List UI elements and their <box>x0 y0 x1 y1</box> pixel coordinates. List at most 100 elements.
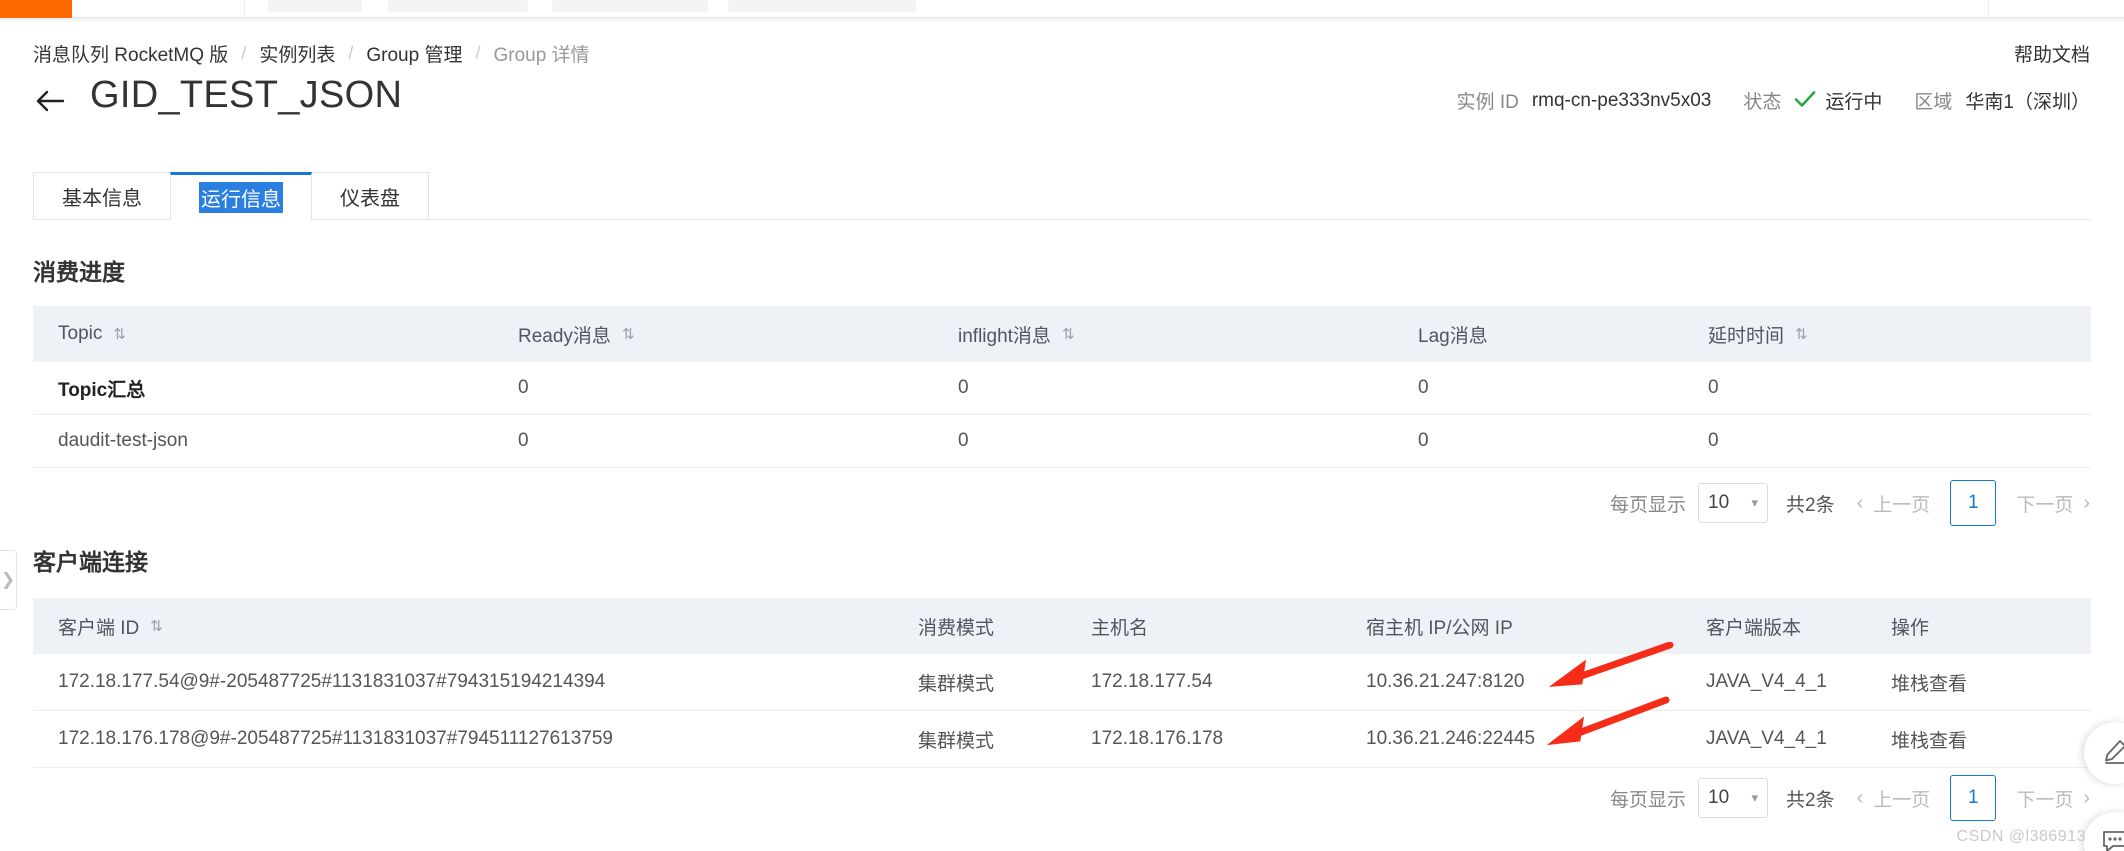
sort-icon[interactable]: ⇅ <box>1062 327 1075 342</box>
table-row[interactable]: 172.18.176.178@9#-205487725#1131831037#7… <box>33 711 2091 768</box>
chevron-right-icon: ❯ <box>0 570 16 589</box>
per-page-select[interactable]: 10 ▾ <box>1698 483 1769 523</box>
chevron-down-icon: ▾ <box>1751 495 1759 510</box>
cell-ready: 0 <box>518 430 529 451</box>
tab-bar: 基本信息 运行信息 仪表盘 <box>33 172 429 220</box>
region-label: 区域 <box>1914 92 1953 113</box>
table-row[interactable]: 172.18.177.54@9#-205487725#1131831037#79… <box>33 654 2091 711</box>
instance-id-label: 实例 ID <box>1456 92 1519 113</box>
per-page-value: 10 <box>1708 787 1730 808</box>
table-header-row: Topic ⇅ Ready消息 ⇅ inflight消息 ⇅ Lag消息 延时时… <box>33 306 2091 362</box>
breadcrumb-item-0[interactable]: 消息队列 RocketMQ 版 <box>33 40 228 67</box>
instance-id-value: rmq-cn-pe333nv5x03 <box>1531 89 1712 111</box>
prev-page-label: 上一页 <box>1873 789 1931 811</box>
page-number-1[interactable]: 1 <box>1950 480 1997 526</box>
sort-icon[interactable]: ⇅ <box>622 327 635 342</box>
cell-client-id: 172.18.177.54@9#-205487725#1131831037#79… <box>58 671 606 692</box>
column-header-client-id[interactable]: 客户端 ID ⇅ <box>33 613 918 640</box>
cell-delay: 0 <box>1708 377 1719 398</box>
topbar-nav-placeholder-1[interactable] <box>268 0 362 12</box>
topbar-nav-placeholder-2[interactable] <box>388 0 528 12</box>
column-header-client-version[interactable]: 客户端版本 <box>1706 613 1891 640</box>
brand-logo[interactable] <box>0 0 72 18</box>
breadcrumb-item-2[interactable]: Group 管理 <box>366 40 462 67</box>
csdn-watermark: CSDN @l386913 <box>1956 828 2086 845</box>
topbar-divider-2 <box>1988 0 1989 18</box>
table-row[interactable]: Topic汇总 0 0 0 0 <box>33 362 2091 415</box>
column-header-lag[interactable]: Lag消息 <box>1418 321 1708 348</box>
section-title-consume-progress: 消费进度 <box>33 259 125 285</box>
arrow-left-icon[interactable] <box>33 84 67 118</box>
consume-progress-table: Topic ⇅ Ready消息 ⇅ inflight消息 ⇅ Lag消息 延时时… <box>33 306 2091 468</box>
chevron-left-icon: ‹ <box>1856 491 1864 514</box>
column-label: inflight消息 <box>958 325 1051 347</box>
check-icon <box>1794 90 1816 112</box>
sort-icon[interactable]: ⇅ <box>150 619 163 634</box>
next-page-button[interactable]: 下一页 › <box>2016 490 2090 517</box>
cell-client-id: 172.18.176.178@9#-205487725#1131831037#7… <box>58 728 613 749</box>
cell-lag: 0 <box>1418 377 1429 398</box>
tab-basic-info[interactable]: 基本信息 <box>33 172 171 220</box>
column-label: Topic <box>58 323 103 344</box>
breadcrumb-item-3: Group 详情 <box>493 45 590 66</box>
tab-dashboard[interactable]: 仪表盘 <box>311 172 429 220</box>
chevron-left-icon: ‹ <box>1856 786 1864 809</box>
column-label: 延时时间 <box>1708 325 1785 347</box>
stack-view-link[interactable]: 堆栈查看 <box>1891 669 2071 696</box>
cell-host-ip: 10.36.21.246:22445 <box>1366 728 1536 749</box>
feedback-icon <box>2101 827 2124 851</box>
feedback-fab-button[interactable] <box>2084 812 2124 851</box>
breadcrumb: 消息队列 RocketMQ 版 / 实例列表 / Group 管理 / Grou… <box>33 40 590 67</box>
column-header-ready[interactable]: Ready消息 ⇅ <box>518 321 958 348</box>
help-doc-link[interactable]: 帮助文档 <box>2014 40 2090 67</box>
topbar-divider-1 <box>244 0 245 18</box>
next-page-label: 下一页 <box>2016 789 2074 811</box>
next-page-button[interactable]: 下一页 › <box>2016 785 2090 812</box>
cell-client-version: JAVA_V4_4_1 <box>1706 728 1827 749</box>
tab-label: 仪表盘 <box>340 188 400 210</box>
column-header-hostname[interactable]: 主机名 <box>1091 613 1366 640</box>
cell-hostname: 172.18.177.54 <box>1091 671 1213 692</box>
per-page-label: 每页显示 <box>1610 494 1687 516</box>
column-header-inflight[interactable]: inflight消息 ⇅ <box>958 321 1418 348</box>
cell-topic: daudit-test-json <box>58 430 188 451</box>
breadcrumb-item-1[interactable]: 实例列表 <box>259 40 335 67</box>
prev-page-button[interactable]: ‹ 上一页 <box>1857 785 1931 812</box>
topbar-nav-placeholder-3[interactable] <box>552 0 708 12</box>
app-topbar <box>0 0 2124 18</box>
column-label: Ready消息 <box>518 325 611 347</box>
stack-view-link[interactable]: 堆栈查看 <box>1891 726 2071 753</box>
per-page-value: 10 <box>1708 492 1730 513</box>
cell-hostname: 172.18.176.178 <box>1091 728 1224 749</box>
sort-icon[interactable]: ⇅ <box>113 327 126 342</box>
prev-page-button[interactable]: ‹ 上一页 <box>1857 490 1931 517</box>
table-row[interactable]: daudit-test-json 0 0 0 0 <box>33 415 2091 468</box>
column-header-delay[interactable]: 延时时间 ⇅ <box>1708 321 2038 348</box>
per-page-select[interactable]: 10 ▾ <box>1698 778 1769 818</box>
client-connections-table: 客户端 ID ⇅ 消费模式 主机名 宿主机 IP/公网 IP 客户端版本 操作 … <box>33 598 2091 768</box>
cell-inflight: 0 <box>958 377 969 398</box>
cell-ready: 0 <box>518 377 529 398</box>
column-header-actions[interactable]: 操作 <box>1891 613 2071 640</box>
chevron-down-icon: ▾ <box>1751 790 1759 805</box>
total-count-label: 共2条 <box>1786 789 1835 811</box>
column-header-consume-mode[interactable]: 消费模式 <box>918 613 1091 640</box>
sidebar-expand-handle[interactable]: ❯ <box>0 550 17 610</box>
breadcrumb-separator: / <box>348 43 354 63</box>
cell-topic: Topic汇总 <box>58 379 146 401</box>
instance-meta: 实例 ID rmq-cn-pe333nv5x03 状态 运行中 区域 华南1（深… <box>1457 87 2090 114</box>
page-number-1[interactable]: 1 <box>1950 775 1997 821</box>
column-header-host-ip[interactable]: 宿主机 IP/公网 IP <box>1366 613 1706 640</box>
tab-label: 运行信息 <box>199 182 283 213</box>
sort-icon[interactable]: ⇅ <box>1795 327 1808 342</box>
tab-bar-underline <box>33 219 2091 220</box>
page-title: GID_TEST_JSON <box>90 74 403 116</box>
tab-runtime-info[interactable]: 运行信息 <box>170 172 312 220</box>
status-value: 运行中 <box>1825 92 1883 113</box>
chevron-right-icon: › <box>2083 786 2090 809</box>
consume-progress-pagination: 每页显示 10 ▾ 共2条 ‹ 上一页 1 下一页 › <box>1610 480 2090 526</box>
column-header-topic[interactable]: Topic ⇅ <box>33 323 518 345</box>
client-connections-pagination: 每页显示 10 ▾ 共2条 ‹ 上一页 1 下一页 › <box>1610 775 2090 821</box>
column-label: 操作 <box>1891 617 1930 639</box>
topbar-nav-placeholder-4[interactable] <box>728 0 916 12</box>
